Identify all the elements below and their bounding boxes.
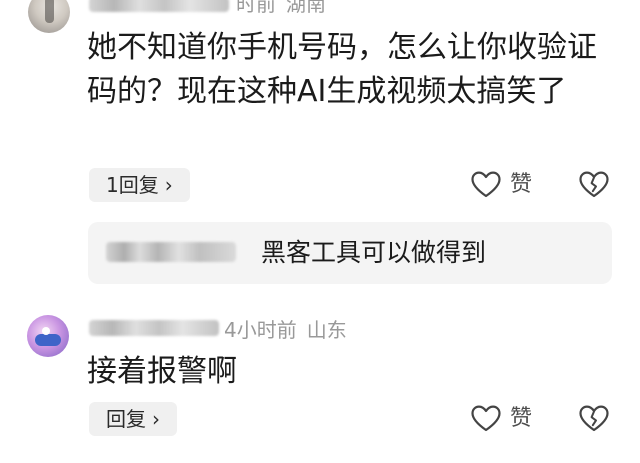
broken-heart-icon: [579, 405, 609, 432]
avatar-eye: [42, 327, 50, 335]
reply-button[interactable]: 回复 ›: [89, 402, 177, 436]
comment-2: 4小时前 山东 接着报警啊 回复 › 赞: [0, 0, 640, 463]
chevron-right-icon: ›: [152, 407, 160, 431]
heart-outline-icon: [471, 405, 501, 432]
like-label[interactable]: 赞: [510, 403, 532, 435]
like-button[interactable]: [470, 403, 502, 435]
dislike-button[interactable]: [578, 403, 610, 435]
username-blurred[interactable]: [89, 320, 219, 336]
comment-time: 4小时前: [224, 318, 297, 342]
comment-location: 山东: [306, 318, 347, 342]
comment-text: 接着报警啊: [87, 354, 237, 389]
avatar-shape: [35, 334, 61, 346]
avatar[interactable]: [27, 315, 69, 357]
comment-meta: 4小时前 山东: [224, 320, 347, 340]
reply-label: 回复: [106, 407, 146, 431]
